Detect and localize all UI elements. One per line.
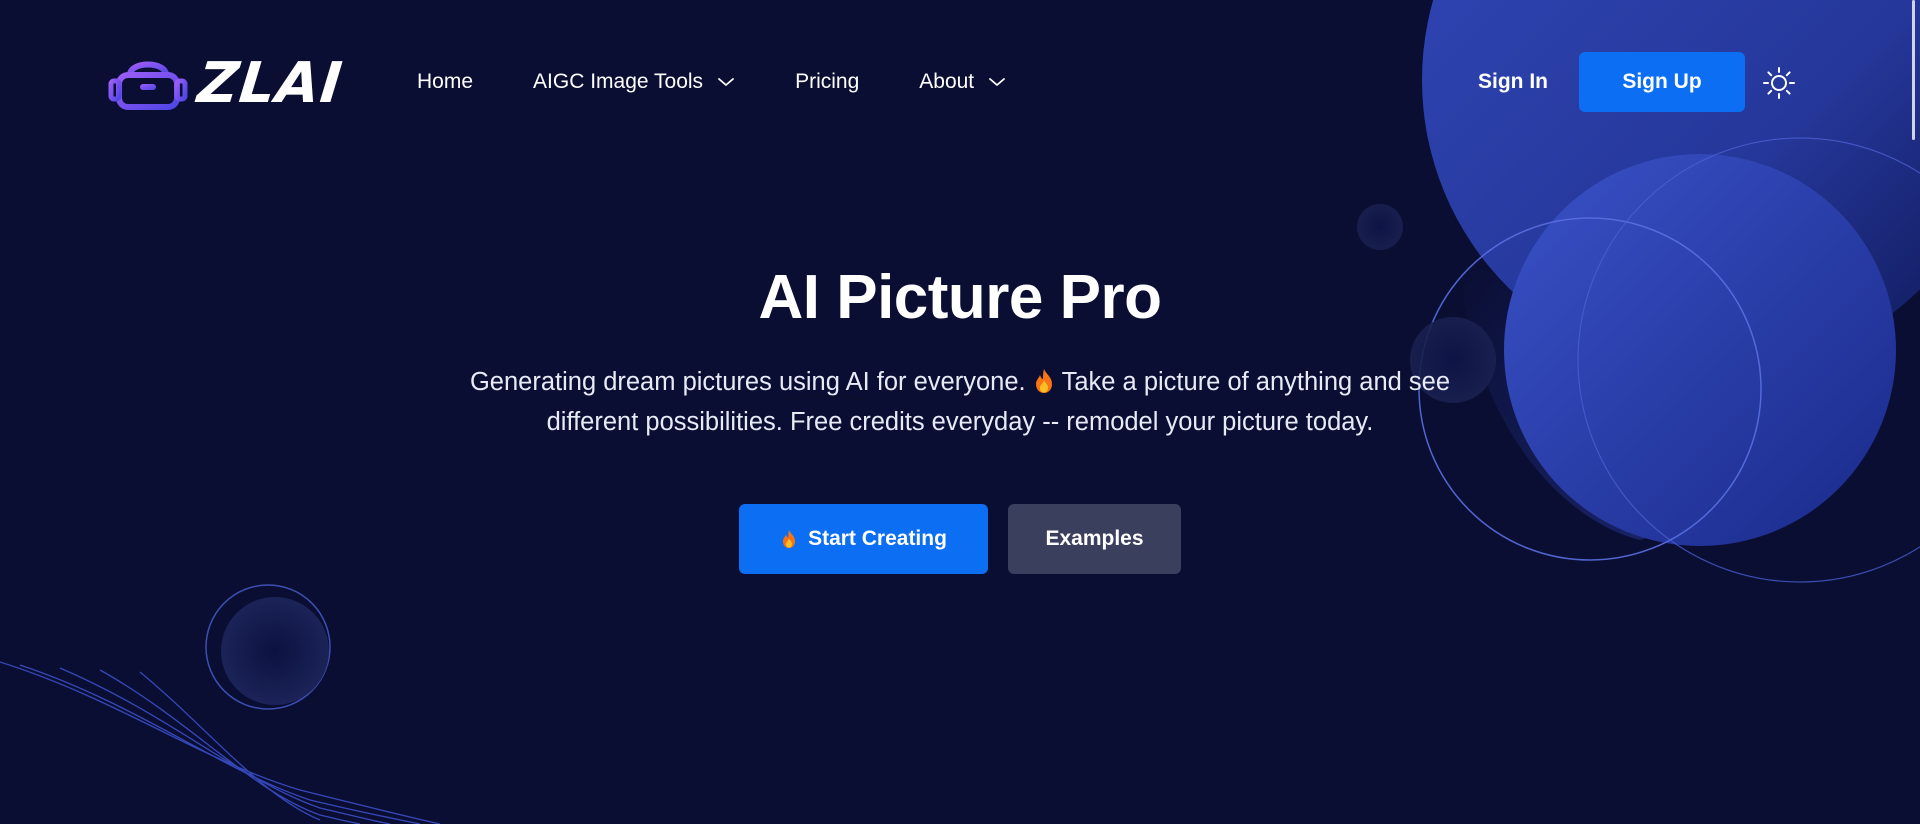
chevron-down-icon: [989, 78, 1006, 86]
sign-up-button[interactable]: Sign Up: [1579, 52, 1745, 112]
fire-icon: [1035, 369, 1052, 393]
hero-subtitle-highlight-text: using AI: [778, 368, 870, 396]
nav-item-label: About: [919, 70, 975, 93]
nav-item-aigc-image-tools[interactable]: AIGC Image Tools: [533, 70, 735, 94]
examples-button[interactable]: Examples: [1008, 504, 1181, 574]
sign-in-link[interactable]: Sign In: [1478, 70, 1548, 94]
hero-title: AI Picture Pro: [758, 263, 1163, 332]
start-creating-button[interactable]: Start Creating: [739, 504, 988, 574]
site-header: ZLAI Home AIGC Image Tools Pricing About: [0, 0, 1920, 164]
landing-page: ZLAI Home AIGC Image Tools Pricing About: [0, 0, 1920, 824]
sun-icon[interactable]: [1762, 66, 1796, 100]
underline-stroke: [780, 395, 869, 401]
brand-logo[interactable]: ZLAI: [108, 50, 346, 116]
brand-name: ZLAI: [194, 50, 346, 116]
hero-subtitle-highlight: using AI: [778, 368, 870, 401]
hero-subtitle-text: for everyone.: [869, 368, 1026, 396]
start-creating-label: Start Creating: [808, 527, 947, 550]
nav-item-label: Pricing: [795, 70, 860, 93]
nav-item-home[interactable]: Home: [417, 70, 473, 94]
hero-subtitle: Generating dream pictures using AI for e…: [440, 362, 1480, 442]
hero-subtitle-text: Generating dream pictures: [469, 368, 779, 396]
nav-item-label: AIGC Image Tools: [533, 70, 704, 93]
fire-icon: [783, 530, 796, 548]
main-nav: Home AIGC Image Tools Pricing About: [417, 68, 1006, 96]
nav-item-pricing[interactable]: Pricing: [795, 70, 859, 94]
chevron-down-icon: [718, 78, 734, 86]
vr-headset-icon: [108, 61, 188, 110]
page-scrollbar[interactable]: [1912, 0, 1915, 140]
nav-item-label: Home: [417, 70, 474, 93]
nav-item-about[interactable]: About: [919, 70, 1006, 94]
